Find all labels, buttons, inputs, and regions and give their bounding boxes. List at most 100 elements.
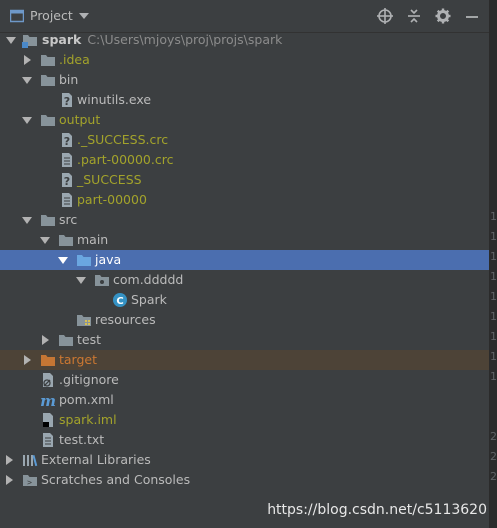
module-file-icon	[43, 413, 53, 427]
gutter-line-number: 1	[490, 350, 497, 363]
tree-node-main[interactable]: main	[0, 230, 489, 250]
tree-node-label: ._SUCCESS.crc	[77, 132, 169, 147]
hide-window-button[interactable]	[463, 7, 481, 25]
tree-node-label: .idea	[59, 52, 90, 67]
gutter-line-number: 1	[490, 270, 497, 283]
collapsed-arrow-icon[interactable]	[6, 475, 13, 485]
folder-icon	[41, 75, 55, 86]
tree-node-src[interactable]: src	[0, 210, 489, 230]
tree-node-label: pom.xml	[59, 392, 114, 407]
tree-node-label: output	[59, 112, 101, 127]
expand-arrow-icon[interactable]	[58, 257, 68, 264]
chevron-down-icon[interactable]	[78, 12, 89, 19]
tree-node-label: part-00000	[77, 192, 147, 207]
collapsed-arrow-icon[interactable]	[24, 355, 31, 365]
tree-node-label: .part-00000.crc	[77, 152, 174, 167]
settings-button[interactable]	[434, 7, 452, 25]
gutter-line-number: 1	[490, 210, 497, 223]
tree-node-spark-class[interactable]: C Spark	[0, 290, 489, 310]
project-view-selector[interactable]: Project	[10, 8, 89, 23]
text-file-icon	[62, 153, 72, 167]
gutter-line-number: 1	[490, 290, 497, 303]
tree-node-label: Scratches and Consoles	[41, 472, 191, 487]
collapse-all-button[interactable]	[405, 7, 423, 25]
tree-node-idea[interactable]: .idea	[0, 50, 489, 70]
expand-arrow-icon[interactable]	[6, 37, 16, 44]
tree-node-label: winutils.exe	[77, 92, 152, 107]
tree-node-label: External Libraries	[41, 452, 151, 467]
expand-arrow-icon[interactable]	[40, 237, 50, 244]
tree-node-bin[interactable]: bin	[0, 70, 489, 90]
tree-node-resources[interactable]: resources	[0, 310, 489, 330]
gutter-line-number: 2	[490, 430, 497, 443]
gutter-line-number: 1	[490, 250, 497, 263]
folder-icon	[41, 55, 55, 66]
package-icon	[95, 275, 109, 286]
tree-node-label: spark	[42, 32, 82, 47]
project-tree: spark C:\Users\mjoys\proj\projs\spark .id…	[0, 30, 489, 490]
tree-node-external-libraries[interactable]: External Libraries	[0, 450, 489, 470]
unknown-file-icon: ?	[62, 93, 72, 108]
gutter-line-number: 2	[490, 450, 497, 463]
locate-file-button[interactable]	[376, 7, 394, 25]
svg-text:C: C	[116, 296, 123, 307]
expand-arrow-icon[interactable]	[22, 77, 32, 84]
expand-arrow-icon[interactable]	[76, 277, 86, 284]
tree-node-label: src	[59, 212, 78, 227]
ignore-file-icon	[43, 373, 53, 387]
excluded-folder-icon	[41, 355, 55, 366]
libraries-icon	[23, 454, 38, 467]
gutter-line-number: 2	[490, 470, 497, 483]
collapsed-arrow-icon[interactable]	[42, 335, 49, 345]
unknown-file-icon: ?	[62, 133, 72, 148]
resources-folder-icon	[77, 315, 91, 326]
project-window-icon	[10, 9, 24, 22]
collapsed-arrow-icon[interactable]	[6, 455, 13, 465]
folder-icon	[41, 115, 55, 126]
tree-node-part[interactable]: part-00000	[0, 190, 489, 210]
gutter-line-number: 1	[490, 330, 497, 343]
tree-node-part-crc[interactable]: .part-00000.crc	[0, 150, 489, 170]
svg-text:>_: >_	[27, 478, 37, 487]
tree-node-gitignore[interactable]: .gitignore	[0, 370, 489, 390]
svg-text:?: ?	[64, 135, 70, 148]
unknown-file-icon: ?	[62, 173, 72, 188]
svg-text:?: ?	[64, 175, 70, 188]
minimize-icon	[466, 16, 478, 18]
svg-text:?: ?	[64, 95, 70, 108]
tree-node-java[interactable]: java	[0, 250, 489, 270]
tree-node-output[interactable]: output	[0, 110, 489, 130]
tree-node-label: target	[59, 352, 98, 367]
tree-node-target[interactable]: target	[0, 350, 489, 370]
tree-node-success[interactable]: ? _SUCCESS	[0, 170, 489, 190]
class-icon: C	[113, 293, 127, 307]
project-view-title: Project	[30, 8, 73, 23]
collapse-all-icon	[408, 9, 420, 23]
tree-node-label: test.txt	[59, 432, 105, 447]
tree-node-label: com.ddddd	[113, 272, 184, 287]
tree-node-iml[interactable]: spark.iml	[0, 410, 489, 430]
project-path: C:\Users\mjoys\proj\projs\spark	[87, 32, 283, 47]
folder-icon	[41, 215, 55, 226]
tree-node-spark-root[interactable]: spark C:\Users\mjoys\proj\projs\spark	[0, 30, 489, 50]
text-file-icon	[62, 193, 72, 207]
tree-node-label: bin	[59, 72, 79, 87]
module-folder-icon	[22, 35, 37, 48]
expand-arrow-icon[interactable]	[22, 217, 32, 224]
collapsed-arrow-icon[interactable]	[24, 55, 31, 65]
tree-node-label: Spark	[131, 292, 167, 307]
source-folder-icon	[77, 255, 91, 266]
tree-node-package[interactable]: com.ddddd	[0, 270, 489, 290]
tree-node-label: main	[77, 232, 109, 247]
tree-node-scratches[interactable]: >_ Scratches and Consoles	[0, 470, 489, 490]
maven-icon: m	[40, 392, 56, 408]
tree-node-winutils[interactable]: ? winutils.exe	[0, 90, 489, 110]
scratches-icon: >_	[23, 475, 37, 487]
tree-node-testtxt[interactable]: test.txt	[0, 430, 489, 450]
tree-node-success-crc[interactable]: ? ._SUCCESS.crc	[0, 130, 489, 150]
tree-node-test[interactable]: test	[0, 330, 489, 350]
svg-text:m: m	[40, 392, 56, 408]
expand-arrow-icon[interactable]	[22, 117, 32, 124]
editor-gutter-edge	[489, 0, 497, 528]
tree-node-pom[interactable]: m pom.xml	[0, 390, 489, 410]
